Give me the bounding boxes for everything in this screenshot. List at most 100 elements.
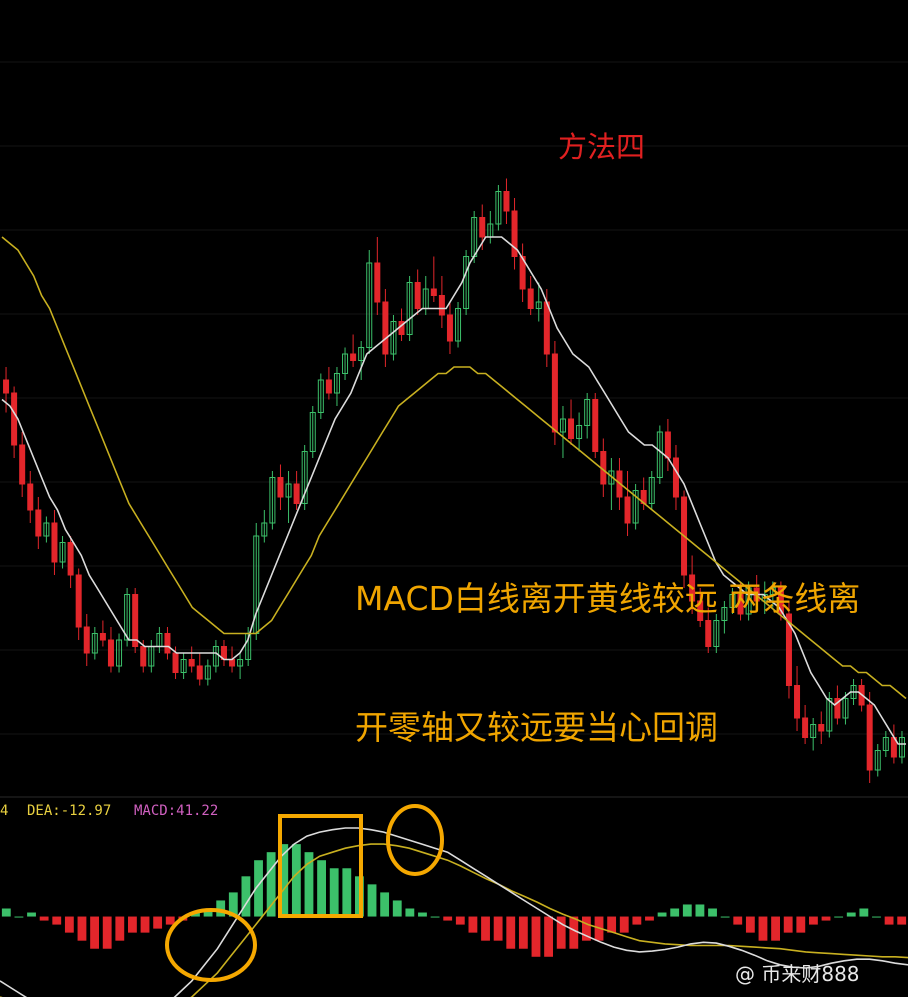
macd-histogram-bar <box>771 916 780 941</box>
candle-body <box>664 431 671 459</box>
candle-body <box>446 314 453 342</box>
watermark: @ 币来财888 <box>735 962 860 986</box>
macd-histogram-bar <box>14 916 24 918</box>
macd-histogram-bar <box>708 908 717 917</box>
annotation-line-1: MACD白线离开黄线较远 两条线离 <box>355 579 861 618</box>
candle-body <box>592 399 599 452</box>
macd-histogram-bar <box>758 916 768 941</box>
macd-histogram-bar <box>682 904 692 917</box>
macd-histogram-bar <box>518 916 528 949</box>
macd-histogram-bar <box>241 876 251 917</box>
macd-histogram-bar <box>380 892 390 917</box>
macd-histogram-bar <box>468 916 478 933</box>
macd-histogram-bar <box>531 916 541 957</box>
candle <box>592 393 599 458</box>
macd-histogram-bar <box>544 916 553 957</box>
candle-body <box>414 282 421 309</box>
candle-body <box>438 295 445 316</box>
macd-histogram-bar <box>670 908 680 917</box>
macd-histogram-bar <box>418 912 427 917</box>
macd-histogram-bar <box>745 916 755 933</box>
candle-body <box>83 626 90 654</box>
candle-body <box>172 652 179 673</box>
candle-body <box>107 639 114 667</box>
candle-body <box>196 665 203 680</box>
macd-histogram-bar <box>872 916 881 918</box>
candle-body <box>51 522 58 563</box>
annotation-note: MACD白线离开黄线较远 两条线离 开零轴又较远要当心回调 <box>355 491 860 792</box>
macd-histogram-bar <box>266 852 276 917</box>
candle-body <box>430 288 437 296</box>
candle-body <box>35 509 42 537</box>
candle-body <box>99 633 106 641</box>
macd-histogram-bar <box>430 916 440 918</box>
macd-histogram-bar <box>329 868 339 917</box>
macd-histogram-bar <box>809 916 818 925</box>
macd-histogram-bar <box>367 884 377 917</box>
candle-body <box>75 574 82 628</box>
macd-histogram-bar <box>796 916 806 933</box>
method-title: 方法四 <box>558 130 646 164</box>
candle-body <box>27 483 34 511</box>
candle-body <box>503 191 510 212</box>
candle-body <box>551 353 558 433</box>
candle-body <box>277 477 284 498</box>
macd-histogram-bar <box>128 916 137 933</box>
candle <box>132 588 139 653</box>
macd-histogram-bar <box>695 904 705 917</box>
macd-histogram-bar <box>27 912 36 917</box>
macd-histogram-bar <box>90 916 99 949</box>
macd-histogram-bar <box>405 908 415 917</box>
macd-histogram-bar <box>619 916 629 933</box>
candle-body <box>140 646 147 667</box>
macd-histogram-bar <box>64 916 74 933</box>
macd-histogram-bar <box>342 868 352 917</box>
indicator-label-cut: 4 <box>0 803 9 819</box>
macd-histogram-bar <box>897 916 907 925</box>
candle-body <box>19 444 26 485</box>
macd-histogram-bar <box>720 916 730 918</box>
candle-body <box>866 704 873 771</box>
macd-histogram-bar <box>77 916 87 941</box>
macd-histogram-bar <box>632 916 642 925</box>
macd-histogram-bar <box>102 916 112 949</box>
candle-body <box>479 217 486 238</box>
macd-histogram-bar <box>52 916 62 925</box>
candle-body <box>67 542 74 576</box>
macd-histogram-bar <box>846 912 856 917</box>
candle-body <box>374 262 381 303</box>
macd-histogram-bar <box>657 912 667 917</box>
candle-body <box>3 379 10 394</box>
candle-body <box>188 659 195 667</box>
macd-histogram-bar <box>821 916 831 921</box>
macd-histogram-bar <box>291 844 301 917</box>
macd-histogram-bar <box>859 908 869 917</box>
dea-label: DEA:-12.97 <box>27 803 112 819</box>
macd-histogram-bar <box>153 916 163 929</box>
annotation-line-2: 开零轴又较远要当心回调 <box>355 708 718 747</box>
candle-body <box>132 594 139 647</box>
candle-body <box>382 301 389 355</box>
macd-histogram-bar <box>783 916 793 933</box>
candle-body <box>164 633 171 654</box>
macd-histogram-bar <box>481 916 490 941</box>
macd-histogram-bar <box>1 908 11 917</box>
macd-histogram-bar <box>317 860 326 917</box>
candle-body <box>543 301 550 355</box>
macd-histogram-bar <box>39 916 49 921</box>
macd-histogram-bar <box>443 916 453 921</box>
candle-body <box>350 353 357 361</box>
macd-label: MACD:41.22 <box>134 803 219 819</box>
candle-body <box>229 659 236 667</box>
macd-histogram-bar <box>645 916 654 921</box>
macd-histogram-bar <box>493 916 503 941</box>
macd-histogram-bar <box>884 916 894 925</box>
candle <box>866 692 873 783</box>
macd-histogram-bar <box>569 916 579 949</box>
candle-body <box>11 392 18 446</box>
candle-body <box>325 379 332 394</box>
macd-histogram-bar <box>834 916 844 918</box>
macd-histogram-bar <box>165 916 175 925</box>
candle-body <box>293 483 300 504</box>
macd-histogram-bar <box>392 900 402 917</box>
